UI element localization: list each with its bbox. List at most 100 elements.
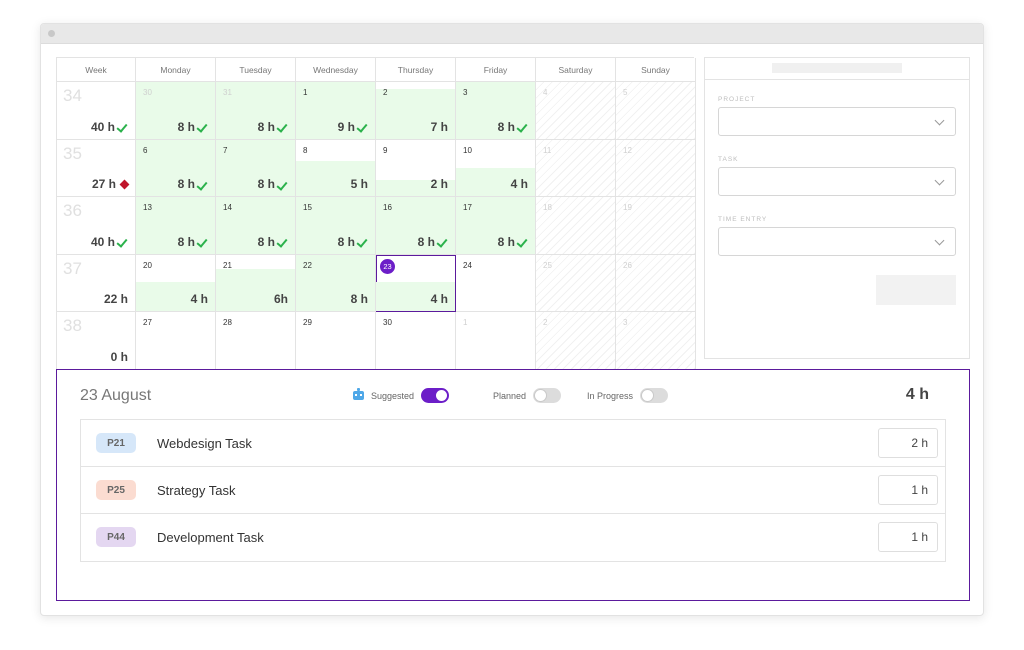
planned-switch[interactable] xyxy=(533,388,562,403)
day-number: 15 xyxy=(303,203,312,212)
day-cell[interactable]: 12 xyxy=(616,139,696,197)
week-summary-cell[interactable]: 38 0 h xyxy=(57,312,136,370)
day-number: 4 xyxy=(543,88,548,97)
day-hours-text: 8 h xyxy=(497,119,515,134)
week-total-text: 22 h xyxy=(103,292,128,306)
day-number: 2 xyxy=(383,88,388,97)
day-hours: 5 h xyxy=(351,177,368,191)
week-summary-cell[interactable]: 36 40 h xyxy=(57,197,136,255)
day-number: 14 xyxy=(223,203,232,212)
week-row: 36 40 h 13 8 h 14 8 h 15 8 h 16 8 h 17 8 h 18 19 xyxy=(57,197,696,255)
day-cell[interactable]: 25 xyxy=(536,254,616,312)
day-hours: 8 h xyxy=(338,235,368,249)
day-cell[interactable]: 24 xyxy=(456,254,536,312)
calendar-header: Week Monday Tuesday Wednesday Thursday Friday… xyxy=(57,58,696,82)
day-cell[interactable]: 6 8 h xyxy=(136,139,216,197)
day-cell[interactable]: 31 8 h xyxy=(216,82,296,140)
day-hours: 4 h xyxy=(511,177,528,191)
day-number: 20 xyxy=(143,260,152,270)
check-icon xyxy=(518,123,528,130)
day-cell[interactable]: 19 xyxy=(616,197,696,255)
day-hours-text: 8 h xyxy=(350,292,368,306)
day-hours: 4 h xyxy=(191,292,208,306)
day-number: 1 xyxy=(463,318,468,327)
day-cell[interactable]: 9 2 h xyxy=(376,139,456,197)
day-number: 6 xyxy=(143,145,148,155)
day-cell[interactable]: 2 7 h xyxy=(376,82,456,140)
task-row[interactable]: P21 Webdesign Task 2 h xyxy=(81,420,945,467)
day-cell[interactable]: 15 8 h xyxy=(296,197,376,255)
column-header-friday: Friday xyxy=(456,58,536,82)
task-hours-input[interactable]: 1 h xyxy=(878,475,938,505)
task-row[interactable]: P25 Strategy Task 1 h xyxy=(81,467,945,514)
day-cell[interactable]: 8 5 h xyxy=(296,139,376,197)
day-hours: 2 h xyxy=(431,177,448,191)
day-cell[interactable]: 29 xyxy=(296,312,376,370)
day-hours-text: 6h xyxy=(273,292,288,306)
day-number: 28 xyxy=(223,318,232,327)
task-list: P21 Webdesign Task 2 h P25 Strategy Task… xyxy=(80,419,946,562)
task-hours-input[interactable]: 2 h xyxy=(878,428,938,458)
day-number: 13 xyxy=(143,203,152,212)
day-cell[interactable]: 28 xyxy=(216,312,296,370)
toggle-suggested[interactable]: Suggested xyxy=(353,388,450,403)
day-cell[interactable]: 11 xyxy=(536,139,616,197)
day-cell[interactable]: 27 xyxy=(136,312,216,370)
check-icon xyxy=(278,181,288,188)
day-cell[interactable]: 1 xyxy=(456,312,536,370)
day-cell[interactable]: 3 8 h xyxy=(456,82,536,140)
day-cell[interactable]: 18 xyxy=(536,197,616,255)
day-total-hours: 4 h xyxy=(905,386,929,403)
day-cell[interactable]: 22 8 h xyxy=(296,254,376,312)
day-cell[interactable]: 1 9 h xyxy=(296,82,376,140)
in-progress-switch[interactable] xyxy=(640,388,669,403)
day-cell[interactable]: 2 xyxy=(536,312,616,370)
day-cell[interactable]: 10 4 h xyxy=(456,139,536,197)
day-detail-panel: 23 August Suggested Planned In Progress … xyxy=(56,369,970,601)
day-hours: 4 h xyxy=(431,292,448,306)
task-row[interactable]: P44 Development Task 1 h xyxy=(81,514,945,561)
day-number: 21 xyxy=(223,260,232,270)
day-hours-text: 8 h xyxy=(177,177,195,191)
day-cell[interactable]: 21 6h xyxy=(216,254,296,312)
day-cell[interactable]: 16 8 h xyxy=(376,197,456,255)
task-hours-input[interactable]: 1 h xyxy=(878,522,938,552)
day-number: 24 xyxy=(463,260,472,270)
week-summary-cell[interactable]: 35 27 h xyxy=(57,139,136,197)
warning-diamond-icon xyxy=(119,179,130,189)
column-header-saturday: Saturday xyxy=(536,58,616,82)
day-cell[interactable]: 4 xyxy=(536,82,616,140)
toggle-planned[interactable]: Planned xyxy=(493,388,562,403)
week-total-text: 0 h xyxy=(110,349,128,364)
submit-button[interactable] xyxy=(876,275,956,305)
day-hours: 8 h xyxy=(498,235,528,249)
day-number: 10 xyxy=(463,145,472,155)
column-header-thursday: Thursday xyxy=(376,58,456,82)
day-number: 7 xyxy=(223,145,228,155)
time-entry-select[interactable] xyxy=(718,227,956,256)
task-select[interactable] xyxy=(718,167,956,196)
day-cell[interactable]: 7 8 h xyxy=(216,139,296,197)
day-hours: 7 h xyxy=(431,120,448,134)
day-cell[interactable]: 30 xyxy=(376,312,456,370)
day-cell[interactable]: 17 8 h xyxy=(456,197,536,255)
week-summary-cell[interactable]: 37 22 h xyxy=(57,254,136,312)
selected-date: 23 August xyxy=(80,387,152,404)
day-cell[interactable]: 20 4 h xyxy=(136,254,216,312)
day-cell[interactable]: 13 8 h xyxy=(136,197,216,255)
day-cell[interactable]: 30 8 h xyxy=(136,82,216,140)
day-cell-selected[interactable]: 23 4 h xyxy=(376,254,456,312)
month-calendar: Week Monday Tuesday Wednesday Thursday Friday… xyxy=(56,57,696,370)
toggle-in-progress[interactable]: In Progress xyxy=(587,388,669,403)
suggested-switch[interactable] xyxy=(421,388,450,403)
day-cell[interactable]: 3 xyxy=(616,312,696,370)
day-number: 19 xyxy=(623,203,632,212)
day-cell[interactable]: 26 xyxy=(616,254,696,312)
project-select[interactable] xyxy=(718,107,956,136)
day-cell[interactable]: 14 8 h xyxy=(216,197,296,255)
app-window: Week Monday Tuesday Wednesday Thursday Friday… xyxy=(40,23,984,616)
week-row: 38 0 h 27 28 29 30 1 2 3 xyxy=(57,312,696,370)
week-summary-cell[interactable]: 34 40 h xyxy=(57,82,136,140)
day-hours-text: 8 h xyxy=(337,234,355,249)
day-cell[interactable]: 5 xyxy=(616,82,696,140)
